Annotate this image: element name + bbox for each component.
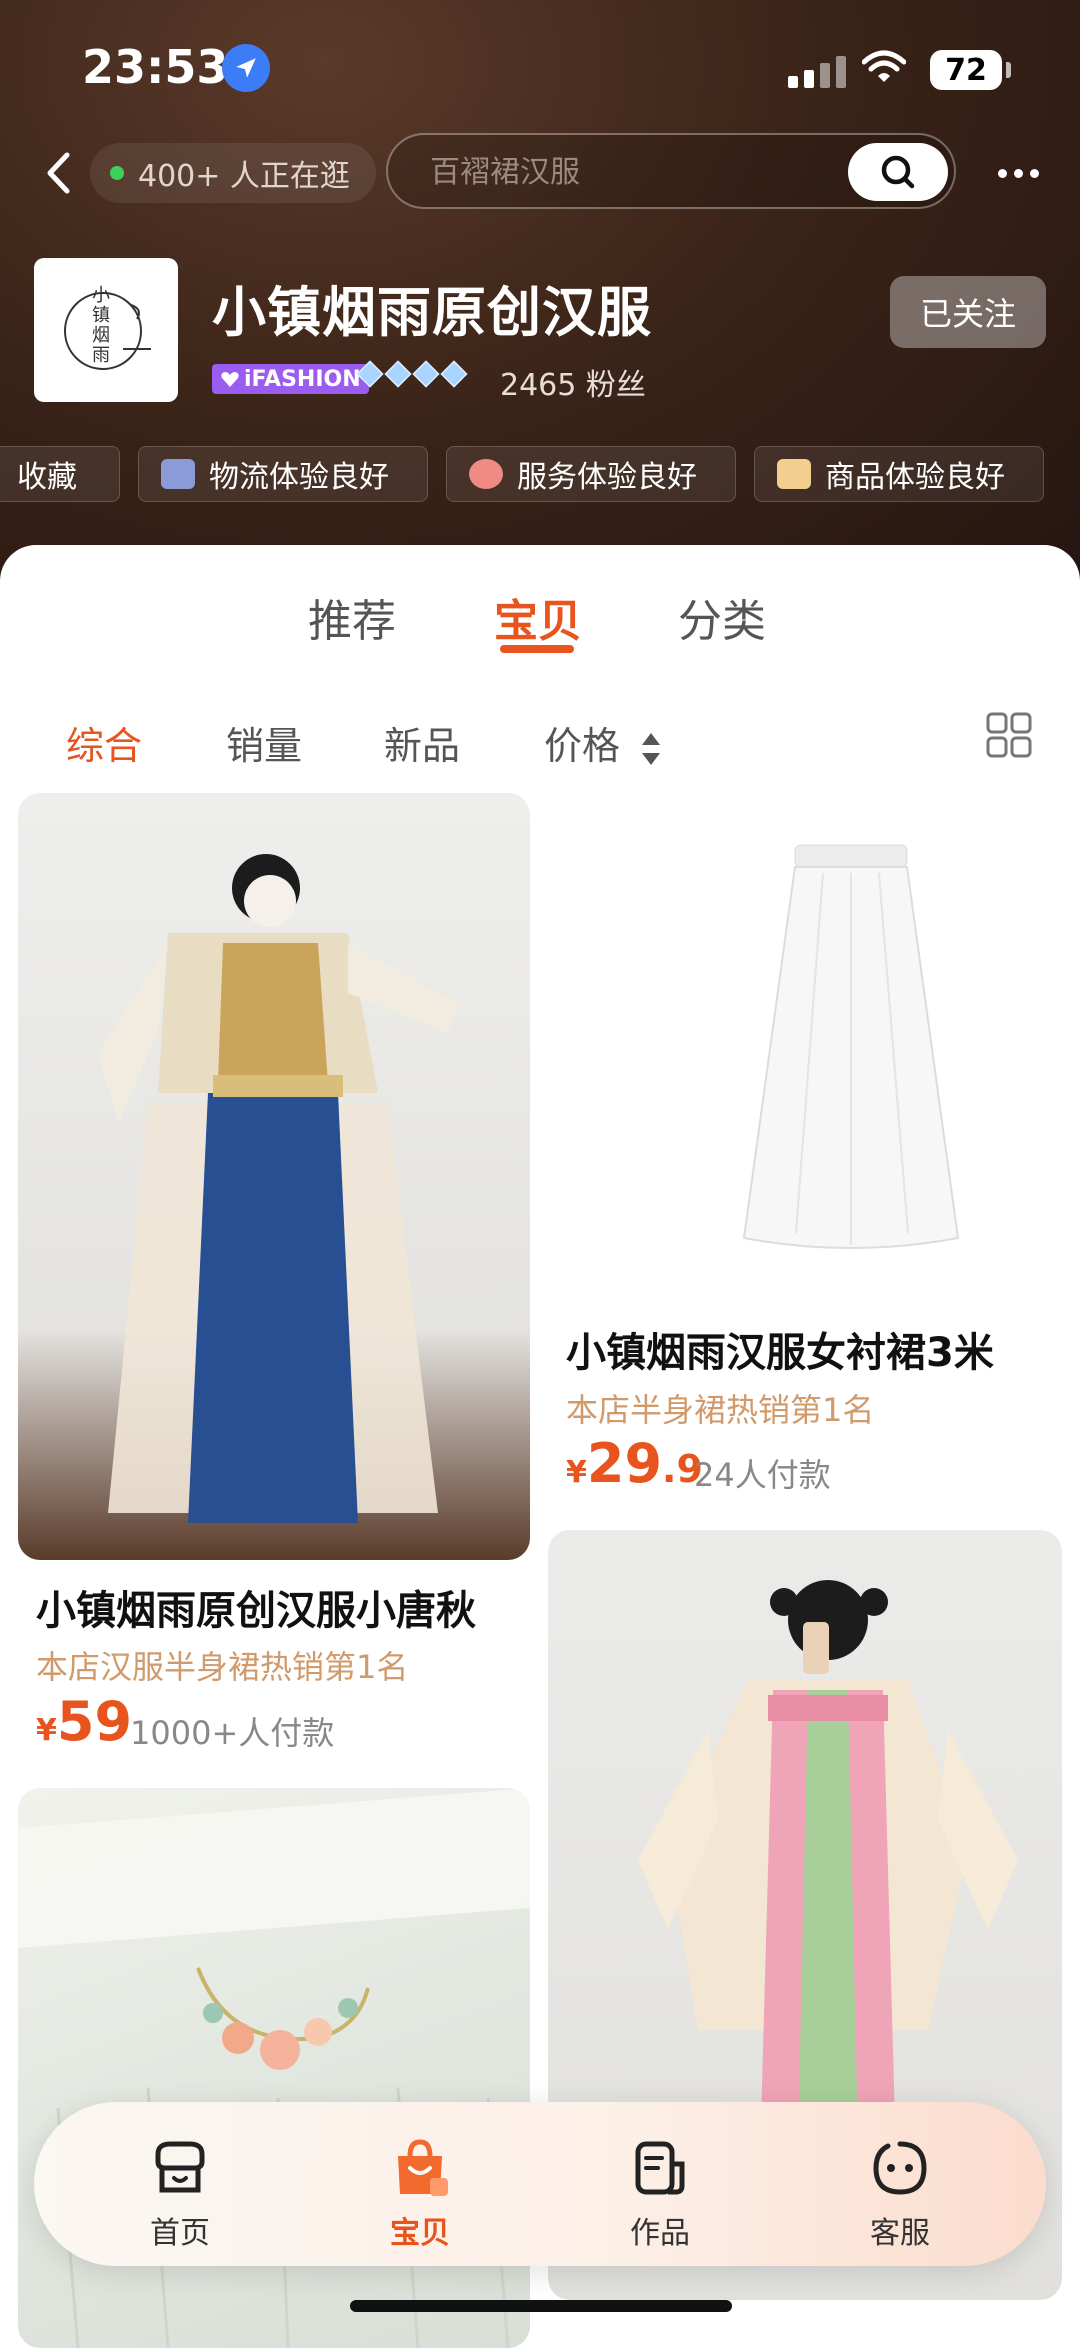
more-dot-icon — [997, 168, 1007, 178]
tab-categories[interactable]: 分类 — [678, 585, 766, 649]
diamond-icon — [440, 360, 468, 388]
battery-tip — [1006, 62, 1011, 78]
smile-icon — [469, 459, 503, 489]
price-integer: 29 — [586, 1432, 663, 1495]
home-indicator — [350, 2300, 732, 2312]
shop-name: 小镇烟雨原创汉服 — [212, 281, 652, 344]
sort-filters: 综合 销量 新品 价格 — [0, 715, 1080, 785]
product-sold-count: 24人付款 — [694, 1456, 831, 1494]
nav-home[interactable]: 首页 — [120, 2138, 240, 2252]
active-tab-indicator — [500, 645, 574, 653]
status-bar: 23:53 72 — [0, 40, 1080, 110]
tab-recommend[interactable]: 推荐 — [308, 585, 396, 649]
shop-rating-diamonds — [356, 360, 468, 388]
back-button[interactable] — [36, 145, 80, 201]
grid-view-icon — [986, 712, 1032, 758]
diamond-icon — [356, 360, 384, 388]
badge-label: 物流体验良好 — [209, 460, 389, 495]
battery-indicator: 72 — [930, 50, 1002, 90]
nav-service-label: 客服 — [870, 2216, 930, 2251]
search-button[interactable] — [848, 143, 948, 201]
nav-products[interactable]: 宝贝 — [360, 2138, 480, 2252]
truck-icon — [161, 459, 195, 489]
online-count: 400+ 人正在逛 — [138, 159, 350, 194]
diamond-icon — [412, 360, 440, 388]
more-dot-icon — [1013, 168, 1023, 178]
ifashion-badge: iFASHION — [212, 364, 369, 394]
badge-product[interactable]: 商品体验良好 — [754, 446, 1044, 502]
cellular-signal-icon — [788, 56, 846, 88]
sort-arrows-icon — [642, 732, 661, 765]
follow-button[interactable]: 已关注 — [890, 276, 1046, 348]
price-currency: ¥ — [36, 1713, 57, 1748]
document-icon — [635, 2141, 685, 2195]
search-icon — [881, 155, 915, 189]
shop-logo-text: 小镇烟雨 — [92, 285, 110, 366]
more-options-button[interactable] — [988, 150, 1048, 196]
wifi-icon — [861, 50, 907, 88]
nav-home-label: 首页 — [150, 2216, 210, 2251]
customer-service-icon — [873, 2141, 927, 2195]
live-dot-icon — [110, 166, 124, 180]
location-arrow-icon — [222, 44, 270, 92]
badge-service[interactable]: 服务体验良好 — [446, 446, 736, 502]
fan-count: 2465 粉丝 — [500, 368, 646, 403]
product-title[interactable]: 小镇烟雨原创汉服小唐秋 — [36, 1578, 476, 1636]
grid-layout-toggle[interactable] — [986, 712, 1032, 758]
shop-home-icon — [155, 2141, 205, 2193]
search-bar[interactable] — [386, 133, 956, 209]
nav-customer-service[interactable]: 客服 — [840, 2138, 960, 2252]
search-input[interactable] — [428, 135, 812, 209]
filter-price-label: 价格 — [544, 724, 621, 768]
filter-new[interactable]: 新品 — [384, 715, 460, 770]
shop-badges-row: 收藏 物流体验良好 服务体验良好 商品体验良好 — [0, 446, 1080, 504]
diamond-icon — [384, 360, 412, 388]
product-image-hanfu-1[interactable] — [18, 793, 530, 1560]
product-title[interactable]: 小镇烟雨汉服女衬裙3米 — [566, 1320, 994, 1378]
badge-label: 服务体验良好 — [517, 460, 697, 495]
nav-works[interactable]: 作品 — [600, 2138, 720, 2252]
heart-badge-icon — [221, 372, 239, 387]
product-price: ¥29.9 — [566, 1432, 703, 1495]
filter-overall[interactable]: 综合 — [66, 715, 142, 770]
ifashion-badge-label: iFASHION — [244, 366, 361, 392]
product-sold-count: 1000+人付款 — [130, 1714, 335, 1752]
shopping-bag-icon — [398, 2139, 448, 2196]
bottom-navigation: 首页 宝贝 作品 客服 — [34, 2102, 1046, 2266]
badge-favorite[interactable]: 收藏 — [0, 446, 120, 502]
price-currency: ¥ — [566, 1455, 587, 1490]
badge-logistics[interactable]: 物流体验良好 — [138, 446, 428, 502]
status-time: 23:53 — [82, 40, 229, 94]
shop-tabs: 推荐 宝贝 分类 — [0, 585, 1080, 665]
badge-label: 收藏 — [17, 460, 77, 495]
shop-logo[interactable]: 小镇烟雨 — [34, 258, 178, 402]
filter-sales[interactable]: 销量 — [226, 715, 302, 770]
price-integer: 59 — [56, 1690, 133, 1753]
badge-label: 商品体验良好 — [825, 460, 1005, 495]
nav-products-label: 宝贝 — [390, 2216, 450, 2251]
product-rank: 本店汉服半身裙热销第1名 — [36, 1648, 409, 1686]
more-dot-icon — [1029, 168, 1039, 178]
online-visitors-pill: 400+ 人正在逛 — [90, 143, 376, 203]
chevron-left-icon — [47, 152, 70, 194]
product-price: ¥59 — [36, 1690, 132, 1753]
shopping-bag-icon — [777, 459, 811, 489]
product-image-white-skirt[interactable] — [548, 793, 1062, 1293]
nav-works-label: 作品 — [630, 2216, 690, 2251]
filter-price[interactable]: 价格 — [544, 715, 662, 770]
product-rank: 本店半身裙热销第1名 — [566, 1391, 875, 1429]
tab-products[interactable]: 宝贝 — [494, 585, 582, 649]
